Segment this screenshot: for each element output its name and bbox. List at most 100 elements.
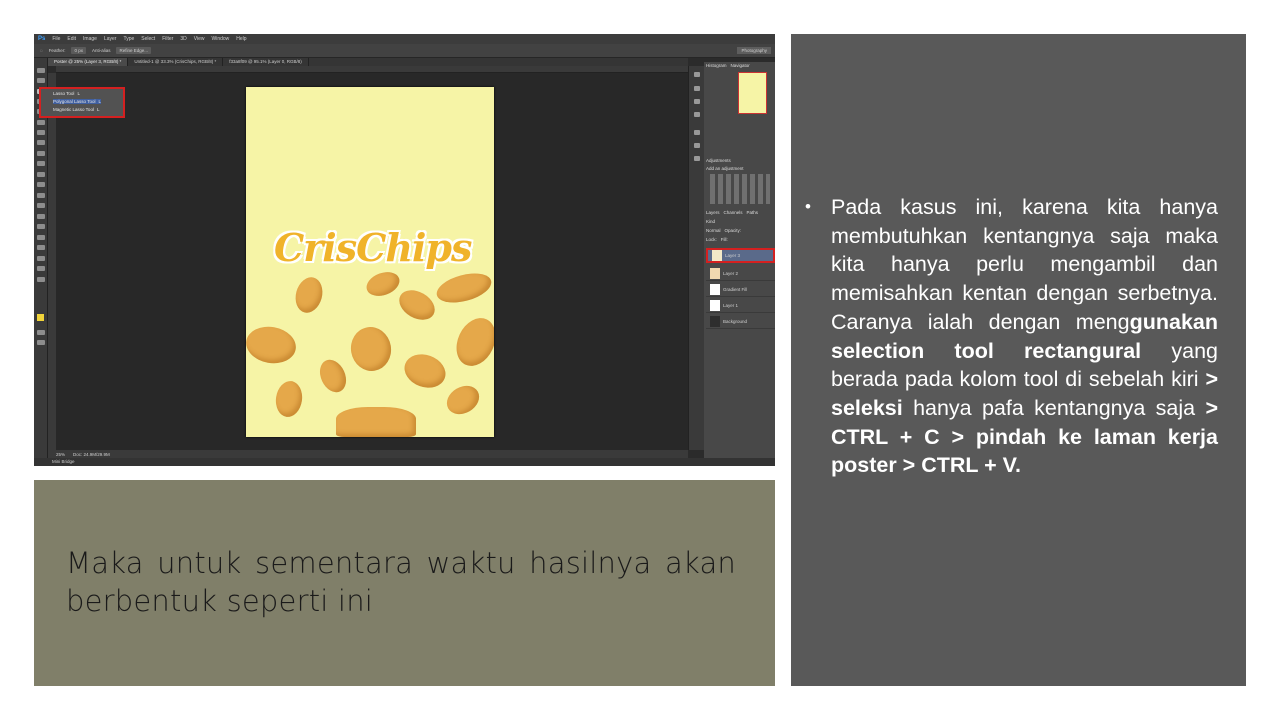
caption-box: Maka untuk sementara waktu hasilnya akan… xyxy=(34,480,775,686)
workspace-switcher[interactable]: Photography xyxy=(737,47,771,54)
explanation-panel: • Pada kasus ini, karena kita hanya memb… xyxy=(791,34,1246,686)
tab-layers[interactable]: Layers xyxy=(706,210,720,217)
gradient-tool-icon[interactable] xyxy=(37,182,45,187)
character-icon[interactable] xyxy=(694,130,700,135)
menu-filter[interactable]: Filter xyxy=(162,36,173,42)
potato-chip xyxy=(433,268,494,308)
menu-file[interactable]: File xyxy=(52,36,60,42)
layer-thumbnail xyxy=(710,267,720,279)
path-select-tool-icon[interactable] xyxy=(37,235,45,240)
eyedropper-tool-icon[interactable] xyxy=(37,120,45,125)
adjustment-icons[interactable] xyxy=(710,174,770,204)
status-bar: 25% Doc: 24.9M/29.9M xyxy=(48,450,688,458)
menu-layer[interactable]: Layer xyxy=(104,36,117,42)
healing-tool-icon[interactable] xyxy=(37,130,45,135)
lasso-tool-option[interactable]: Lasso Tool L xyxy=(53,91,80,96)
hand-tool-icon[interactable] xyxy=(37,266,45,271)
potato-chip xyxy=(347,323,395,375)
potato-chip xyxy=(246,322,299,368)
blur-tool-icon[interactable] xyxy=(37,193,45,198)
history-brush-tool-icon[interactable] xyxy=(37,161,45,166)
menu-type[interactable]: Type xyxy=(123,36,134,42)
shape-tool-icon[interactable] xyxy=(37,245,45,250)
quick-mask-icon[interactable] xyxy=(37,330,45,335)
horizontal-ruler xyxy=(56,66,688,73)
menu-bar: Ps File Edit Image Layer Type Select Fil… xyxy=(34,34,775,44)
move-tool-icon[interactable] xyxy=(37,68,45,73)
swatches-icon[interactable] xyxy=(694,112,700,117)
history-icon[interactable] xyxy=(694,72,700,77)
potato-chip xyxy=(314,355,352,397)
feather-input[interactable]: 0 px xyxy=(71,47,86,54)
layer-thumbnail xyxy=(712,250,722,261)
screen-mode-icon[interactable] xyxy=(37,340,45,345)
layer-row-layer1[interactable]: Layer 1 xyxy=(706,298,775,313)
potato-chip xyxy=(273,379,305,419)
tab-image[interactable]: f33a8f09 @ 95.1% (Layer 0, RGB/8) xyxy=(223,58,309,66)
tab-adjustments[interactable]: Adjustments xyxy=(706,158,731,165)
eraser-tool-icon[interactable] xyxy=(37,172,45,177)
menu-view[interactable]: View xyxy=(194,36,205,42)
menu-edit[interactable]: Edit xyxy=(67,36,76,42)
panel-icon-strip xyxy=(688,66,704,450)
menu-image[interactable]: Image xyxy=(83,36,97,42)
bullet-marker: • xyxy=(805,197,811,216)
menu-select[interactable]: Select xyxy=(141,36,155,42)
brush-tool-icon[interactable] xyxy=(37,140,45,145)
type-tool-icon[interactable] xyxy=(37,224,45,229)
layer-name: Layer 3 xyxy=(725,253,741,258)
slide: Ps File Edit Image Layer Type Select Fil… xyxy=(0,0,1280,720)
lasso-tool-flyout: Lasso Tool L Polygonal Lasso Tool L Magnet… xyxy=(39,87,125,118)
foreground-color-swatch[interactable] xyxy=(37,314,44,321)
pen-tool-icon[interactable] xyxy=(37,214,45,219)
feather-label: Feather: xyxy=(48,48,66,53)
zoom-level[interactable]: 25% xyxy=(56,452,65,457)
caption-text: Maka untuk sementara waktu hasilnya akan… xyxy=(66,546,736,618)
layer-name: Gradient Fill xyxy=(723,286,748,292)
navigator-thumbnail[interactable] xyxy=(738,72,767,114)
tab-poster[interactable]: Poster @ 25% (Layer 3, RGB/8) * xyxy=(48,58,129,66)
layer-row-layer3[interactable]: Layer 3 xyxy=(706,248,775,263)
magnetic-lasso-tool-option[interactable]: Magnetic Lasso Tool L xyxy=(53,107,99,112)
marquee-tool-icon[interactable] xyxy=(37,78,45,83)
dodge-tool-icon[interactable] xyxy=(37,203,45,208)
lasso-options-icon[interactable]: ◌ xyxy=(40,48,43,53)
polygonal-lasso-tool-option[interactable]: Polygonal Lasso Tool L xyxy=(53,99,101,104)
adjustments-hint: Add an adjustment xyxy=(706,166,744,171)
antialias-checkbox[interactable]: Anti-alias xyxy=(92,48,111,53)
tab-navigator[interactable]: Navigator xyxy=(731,63,750,70)
vertical-ruler xyxy=(48,73,56,450)
potato-chip xyxy=(336,407,416,437)
menu-3d[interactable]: 3D xyxy=(180,36,186,42)
layer-thumbnail xyxy=(710,315,720,327)
info-icon[interactable] xyxy=(694,99,700,104)
3d-tool-icon[interactable] xyxy=(37,256,45,261)
layer-row-background[interactable]: Background xyxy=(706,314,775,329)
mini-bridge-tab[interactable]: Mini Bridge xyxy=(34,458,775,466)
tab-untitled[interactable]: Untitled-1 @ 33.3% (CrisChips, RGB/8) * xyxy=(128,58,224,66)
lasso-tool-shortcut: L xyxy=(77,91,80,96)
layer-row-layer2[interactable]: Layer 2 xyxy=(706,266,775,281)
explanation-text: Pada kasus ini, karena kita hanya membut… xyxy=(831,193,1218,480)
brush-panel-icon[interactable] xyxy=(694,156,700,161)
potato-chip xyxy=(441,380,485,420)
actions-icon[interactable] xyxy=(694,86,700,91)
potato-chip xyxy=(291,274,327,316)
tab-channels[interactable]: Channels xyxy=(724,210,743,217)
tab-histogram[interactable]: Histogram xyxy=(706,63,727,70)
paragraph-icon[interactable] xyxy=(694,143,700,148)
refine-edge-button[interactable]: Refine Edge... xyxy=(116,47,152,54)
photoshop-screenshot: Ps File Edit Image Layer Type Select Fil… xyxy=(34,34,775,466)
layer-row-gradient-fill[interactable]: Gradient Fill xyxy=(706,282,775,297)
stamp-tool-icon[interactable] xyxy=(37,151,45,156)
layer-name: Layer 1 xyxy=(723,302,739,308)
tab-paths[interactable]: Paths xyxy=(747,210,759,217)
blend-mode-select[interactable]: Normal xyxy=(706,228,721,235)
menu-help[interactable]: Help xyxy=(236,36,246,42)
poster-canvas[interactable]: CrisChips xyxy=(246,87,494,437)
zoom-tool-icon[interactable] xyxy=(37,277,45,282)
polygonal-lasso-tool-shortcut: L xyxy=(98,99,101,104)
layers-panel-tabs: Layers Channels Paths xyxy=(706,210,758,217)
layer-filter-kind[interactable]: Kind xyxy=(706,219,715,226)
menu-window[interactable]: Window xyxy=(211,36,229,42)
